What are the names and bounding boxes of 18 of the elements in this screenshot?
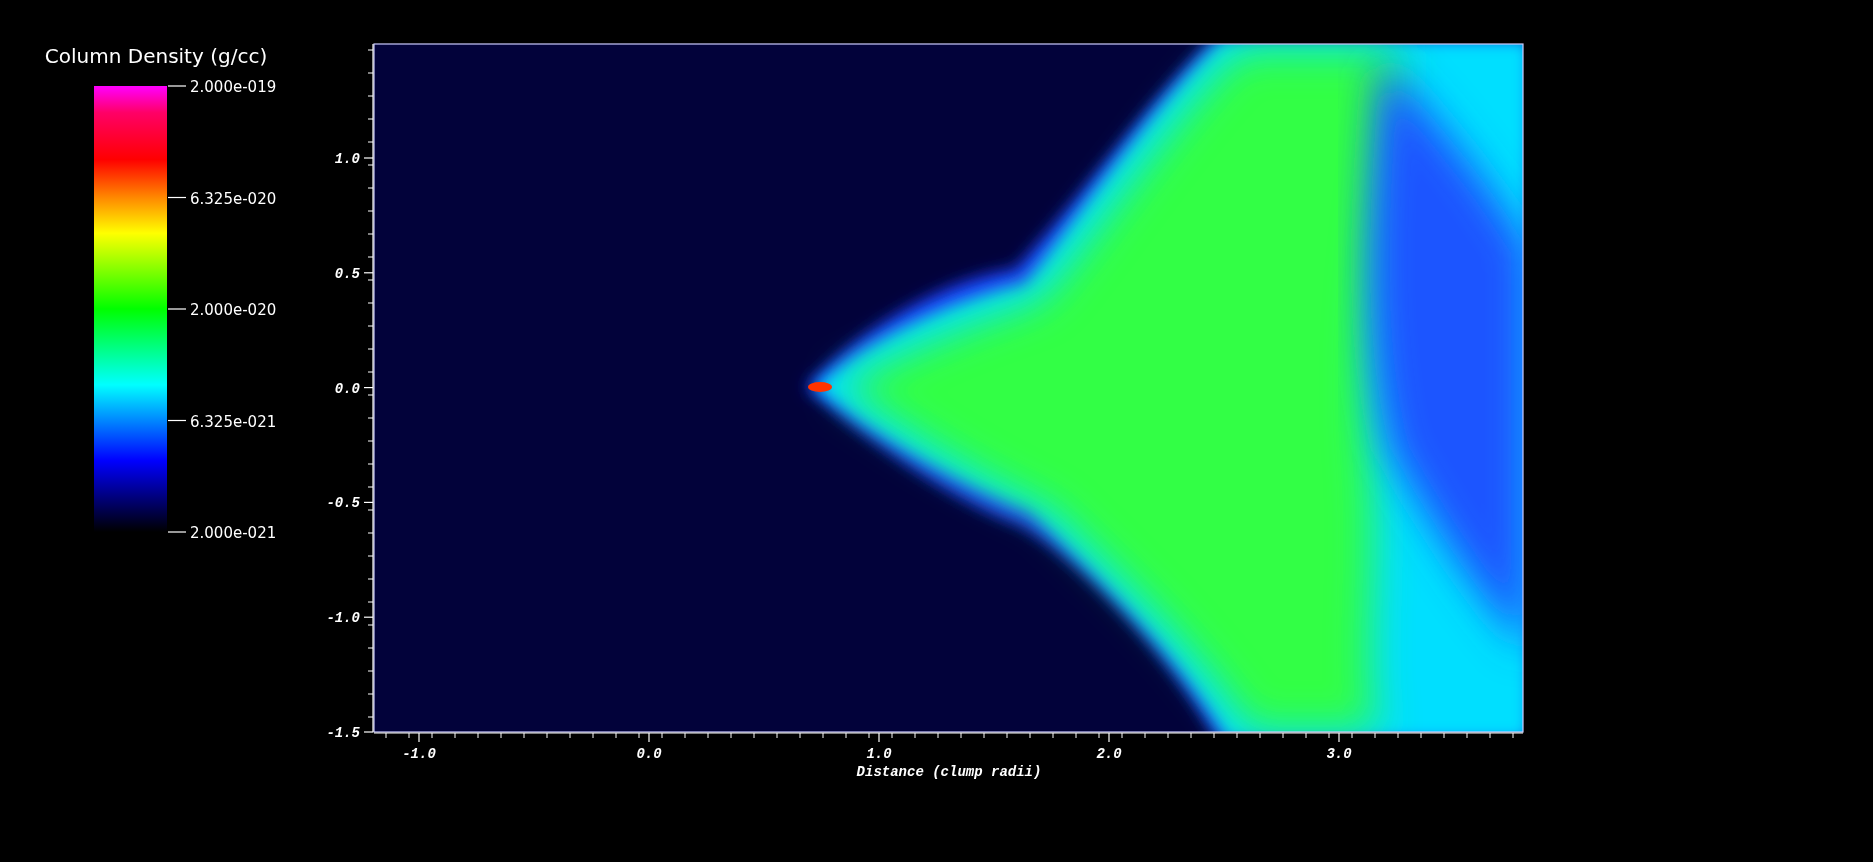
colorbar-label: 2.000e-019: [190, 78, 277, 96]
y-tick-label: 1.0: [334, 151, 360, 167]
y-tick-label: -1.0: [326, 610, 360, 627]
x-axis-title: Distance (clump radii): [856, 764, 1042, 780]
x-tick-label: 2.0: [1096, 746, 1122, 762]
x-tick-label: -1.0: [402, 746, 436, 762]
x-tick-label: 3.0: [1326, 746, 1352, 762]
x-tick-label: 0.0: [636, 746, 662, 762]
colorbar-title: Column Density (g/cc): [44, 44, 268, 68]
colorbar-label: 6.325e-020: [190, 189, 277, 208]
y-tick-label: -0.5: [326, 495, 360, 512]
x-tick-label: 1.0: [866, 746, 892, 762]
y-tick-label: 0.5: [334, 265, 360, 282]
y-tick-label: -1.5: [326, 725, 360, 741]
y-tick-label: 0.0: [334, 380, 360, 397]
colorbar-label: 2.000e-020: [190, 301, 277, 319]
colorbar-label: 6.325e-021: [190, 412, 277, 431]
colorbar-label: 2.000e-021: [190, 524, 277, 542]
